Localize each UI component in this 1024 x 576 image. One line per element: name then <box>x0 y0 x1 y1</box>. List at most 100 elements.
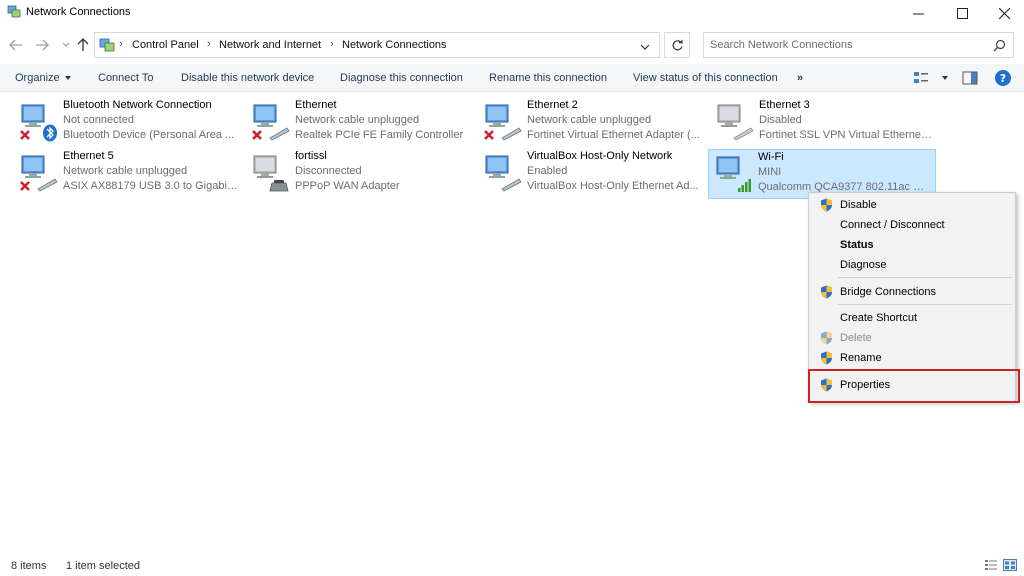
menu-item-delete: Delete <box>809 328 1015 348</box>
view-options-chevron-icon[interactable] <box>942 76 948 80</box>
selection-count: 1 item selected <box>66 560 140 572</box>
address-bar[interactable]: › Control Panel › Network and Internet ›… <box>94 32 660 58</box>
search-input[interactable]: Search Network Connections <box>710 39 852 51</box>
uac-shield-icon <box>821 198 832 212</box>
maximize-button[interactable] <box>940 0 984 26</box>
status-bar: 8 items 1 item selected <box>0 556 1024 576</box>
properties-highlight-box <box>808 369 1020 403</box>
menu-item-label: Delete <box>840 332 872 344</box>
connection-status: Network cable unplugged <box>295 114 420 126</box>
breadcrumb-control-panel[interactable]: Control Panel <box>132 39 199 51</box>
connection-name: VirtualBox Host-Only Network <box>527 150 673 162</box>
connection-name: Ethernet <box>295 99 337 111</box>
connection-device: Fortinet Virtual Ethernet Adapter (... <box>527 129 700 141</box>
menu-separator <box>838 304 1012 305</box>
refresh-button[interactable] <box>664 32 690 58</box>
back-arrow-icon <box>9 39 22 51</box>
menu-item-disable[interactable]: Disable <box>809 195 1015 215</box>
refresh-icon <box>672 39 683 50</box>
connect-to-button[interactable]: Connect To <box>98 72 153 84</box>
rename-connection-button[interactable]: Rename this connection <box>489 72 607 84</box>
more-commands-button[interactable]: » <box>797 72 803 84</box>
bluetooth-adapter-icon <box>20 104 57 142</box>
connection-item-ethernet-5[interactable]: Ethernet 5 Network cable unplugged ASIX … <box>14 149 242 199</box>
details-view-icon[interactable] <box>984 559 998 571</box>
breadcrumb-network-connections[interactable]: Network Connections <box>342 39 447 51</box>
item-count: 8 items <box>11 560 47 572</box>
menu-item-label: Connect / Disconnect <box>840 219 945 231</box>
chevron-down-icon <box>64 76 71 81</box>
search-icon <box>993 39 1006 52</box>
network-connections-icon <box>7 5 21 18</box>
connection-item-bluetooth[interactable]: Bluetooth Network Connection Not connect… <box>14 98 242 148</box>
menu-item-label: Create Shortcut <box>840 312 918 324</box>
connection-item-fortissl[interactable]: fortissl Disconnected PPPoP WAN Adapter <box>246 149 474 199</box>
breadcrumb-network-and-internet[interactable]: Network and Internet <box>219 39 321 51</box>
connection-status: Enabled <box>527 165 568 177</box>
organize-menu[interactable]: Organize <box>15 72 71 84</box>
disable-device-button[interactable]: Disable this network device <box>181 72 314 84</box>
connection-item-virtualbox[interactable]: VirtualBox Host-Only Network Enabled Vir… <box>478 149 706 199</box>
connection-name: Ethernet 5 <box>63 150 114 162</box>
connection-name: Bluetooth Network Connection <box>63 99 212 111</box>
menu-item-label: Rename <box>840 352 882 364</box>
address-dropdown-icon[interactable] <box>639 42 651 52</box>
connection-item-ethernet-3[interactable]: Ethernet 3 Disabled Fortinet SSL VPN Vir… <box>710 98 938 148</box>
menu-item-label: Status <box>840 239 874 251</box>
control-panel-icon <box>99 38 115 52</box>
ethernet-adapter-icon <box>485 155 522 192</box>
breadcrumb-separator: › <box>330 38 334 50</box>
ethernet-adapter-disabled-icon <box>717 104 754 141</box>
connection-item-ethernet[interactable]: Ethernet Network cable unplugged Realtek… <box>246 98 474 148</box>
menu-item-label: Bridge Connections <box>840 286 937 298</box>
up-button[interactable] <box>75 37 91 53</box>
menu-item-create-shortcut[interactable]: Create Shortcut <box>809 308 1015 328</box>
menu-item-diagnose[interactable]: Diagnose <box>809 255 1015 275</box>
uac-shield-icon <box>821 351 832 365</box>
connection-status: Disabled <box>759 114 802 126</box>
chevron-down-icon <box>62 42 70 47</box>
connection-name: Wi-Fi <box>758 151 784 163</box>
ethernet-adapter-icon <box>484 104 522 141</box>
maximize-icon <box>956 7 968 19</box>
close-icon <box>998 7 1010 19</box>
breadcrumb-separator: › <box>207 38 211 50</box>
diagnose-connection-button[interactable]: Diagnose this connection <box>340 72 463 84</box>
menu-item-connect-disconnect[interactable]: Connect / Disconnect <box>809 215 1015 235</box>
tiles-view-icon[interactable] <box>1003 559 1017 571</box>
connection-device: ASIX AX88179 USB 3.0 to Gigabit E... <box>63 180 239 192</box>
help-icon[interactable]: ? <box>995 70 1011 86</box>
menu-item-bridge-connections[interactable]: Bridge Connections <box>809 282 1015 302</box>
preview-pane-icon[interactable] <box>962 71 978 85</box>
connection-device: PPPoP WAN Adapter <box>295 180 400 192</box>
connection-name: Ethernet 2 <box>527 99 578 111</box>
uac-shield-icon <box>821 331 832 345</box>
up-arrow-icon <box>77 38 89 51</box>
back-button[interactable] <box>8 37 24 53</box>
window-title: Network Connections <box>26 6 131 18</box>
minimize-button[interactable] <box>896 0 940 26</box>
command-bar: Organize Connect To Disable this network… <box>0 64 1024 92</box>
connection-name: Ethernet 3 <box>759 99 810 111</box>
menu-item-label: Diagnose <box>840 259 887 271</box>
connection-item-ethernet-2[interactable]: Ethernet 2 Network cable unplugged Forti… <box>478 98 706 148</box>
view-status-button[interactable]: View status of this connection <box>633 72 778 84</box>
menu-item-status[interactable]: Status <box>809 235 1015 255</box>
menu-item-rename[interactable]: Rename <box>809 348 1015 368</box>
breadcrumb-separator: › <box>119 38 123 50</box>
dialup-adapter-icon <box>253 155 289 192</box>
forward-arrow-icon <box>36 39 49 51</box>
change-view-icon[interactable] <box>913 71 929 85</box>
connection-status: Not connected <box>63 114 134 126</box>
close-button[interactable] <box>982 0 1024 26</box>
forward-button[interactable] <box>34 37 50 53</box>
recent-locations-button[interactable] <box>58 37 74 53</box>
organize-label: Organize <box>15 72 60 84</box>
connection-status: Disconnected <box>295 165 362 177</box>
connection-status: MINI <box>758 166 782 178</box>
ethernet-adapter-icon <box>252 104 290 141</box>
connection-name: fortissl <box>295 150 327 162</box>
address-row: › Control Panel › Network and Internet ›… <box>0 30 1024 60</box>
title-bar: Network Connections <box>0 0 1024 26</box>
search-box[interactable]: Search Network Connections <box>703 32 1014 58</box>
